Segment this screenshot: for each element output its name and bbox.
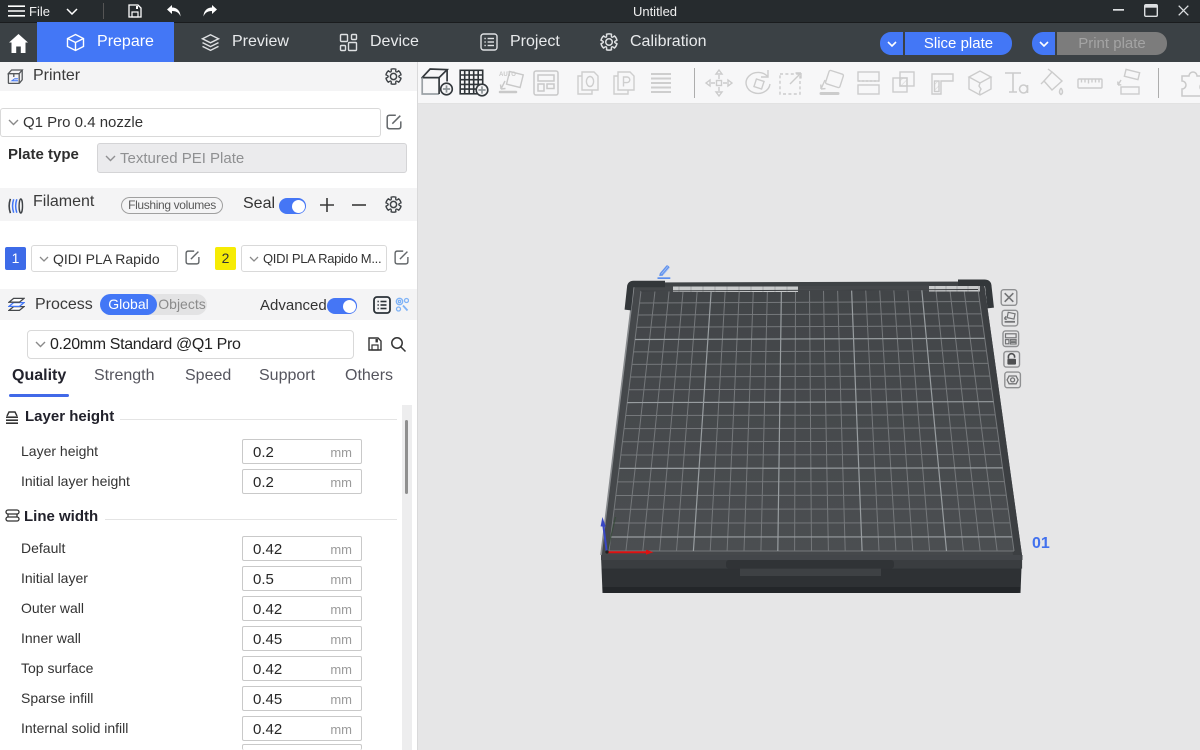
- svg-text:01: 01: [1032, 535, 1050, 552]
